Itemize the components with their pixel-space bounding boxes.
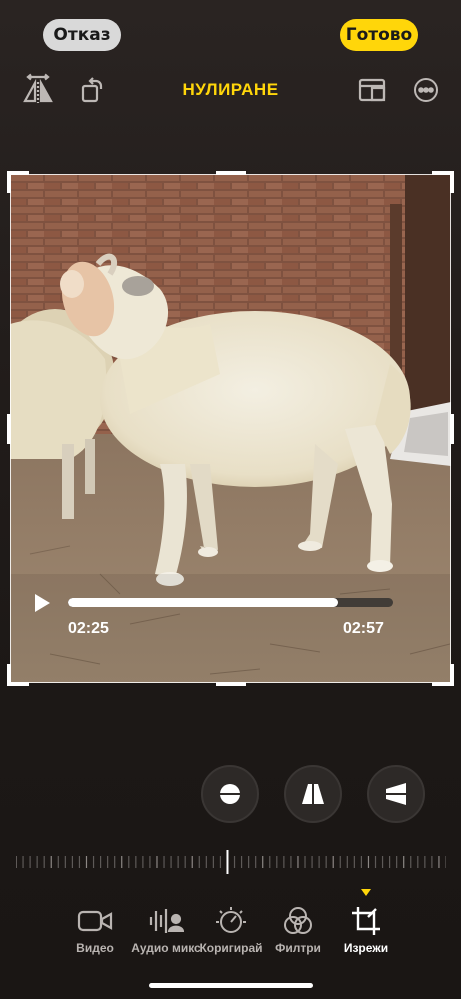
tab-video[interactable]: Видео [55,905,135,955]
horizontal-perspective-icon [384,783,408,805]
video-camera-icon [55,905,135,937]
straighten-icon [217,784,243,804]
active-tab-indicator [361,889,371,896]
aspect-ratio-icon[interactable] [354,71,390,107]
more-icon[interactable] [408,71,444,107]
crop-icon [326,905,406,937]
tab-label: Видео [76,941,114,955]
play-icon[interactable] [32,593,52,613]
video-scrubber[interactable] [68,598,393,607]
current-time: 02:25 [68,620,109,637]
horizontal-perspective-button[interactable] [367,765,425,823]
page-title: НУЛИРАНЕ [182,80,279,99]
done-button[interactable]: Готово [340,19,418,51]
tab-crop[interactable]: Изрежи [326,905,406,955]
cancel-button[interactable]: Отказ [43,19,121,51]
tab-label: Изрежи [343,941,389,955]
straighten-button[interactable] [201,765,259,823]
vertical-perspective-icon [302,782,324,806]
home-indicator [149,983,313,988]
vertical-perspective-button[interactable] [284,765,342,823]
scrubber-progress [68,598,338,607]
rotation-ruler[interactable] [16,850,446,874]
total-time: 02:57 [343,620,384,637]
